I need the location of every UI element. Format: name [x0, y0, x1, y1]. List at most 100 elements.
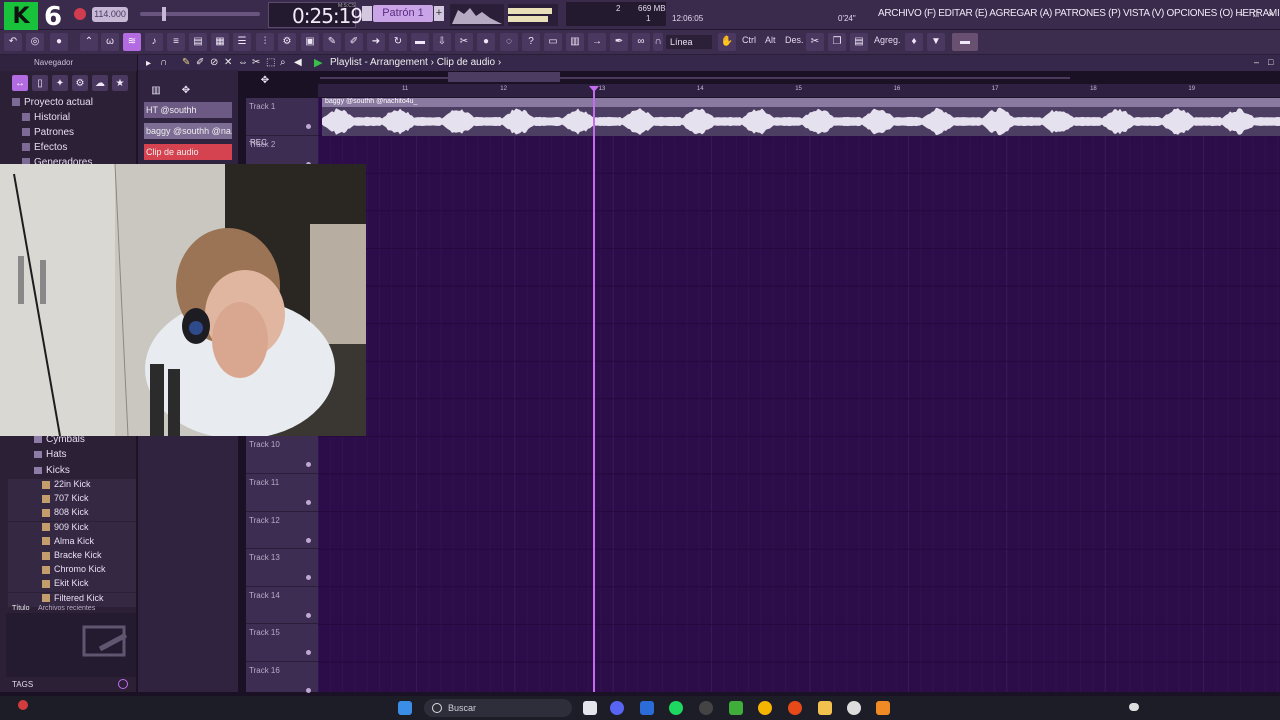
chat-icon[interactable]: ◌	[500, 33, 518, 51]
speaker-icon[interactable]: ◀	[294, 57, 302, 68]
ctrl-button[interactable]: Ctrl	[742, 35, 756, 45]
master-volume-slider[interactable]	[140, 12, 260, 16]
tempo-display[interactable]: 114.000	[92, 7, 128, 22]
picker-item-clip[interactable]: Clip de audio	[144, 144, 232, 160]
slip-icon[interactable]: ⇔	[238, 57, 248, 68]
chrome-icon[interactable]	[758, 701, 772, 715]
picker-list-icon[interactable]: ▥	[148, 82, 164, 96]
file-item[interactable]: 808 Kick	[8, 507, 136, 522]
timeline-ruler[interactable]: 11 12 13 14 15 16 17 18 19	[318, 84, 1280, 98]
browser-plugins-icon[interactable]: ✦	[52, 75, 68, 91]
track-header[interactable]: Track 10	[246, 436, 318, 474]
channel-rack-icon[interactable]: ▤	[189, 33, 207, 51]
snap-mode-select[interactable]: Línea	[666, 35, 712, 49]
file-item[interactable]: 22in Kick	[8, 479, 136, 493]
mixer-icon[interactable]: ≡	[167, 33, 185, 51]
play-icon[interactable]: ▸	[146, 58, 151, 69]
tab-recent-files[interactable]: Archivos recientes	[38, 605, 95, 612]
track-led-icon[interactable]	[306, 650, 311, 656]
audio-clip[interactable]: baggy @southh @nachito4u_	[322, 98, 1280, 136]
cut-icon[interactable]: ✂	[806, 33, 824, 51]
minecraft-icon[interactable]	[729, 701, 743, 715]
browser-gear-icon[interactable]: ⚙	[72, 75, 88, 91]
playhead[interactable]	[593, 86, 595, 692]
track-led-icon[interactable]	[306, 688, 311, 693]
close-icon[interactable]: ×	[1266, 9, 1276, 19]
file-item[interactable]: Chromo Kick	[8, 564, 136, 579]
mute-icon[interactable]: ✕	[224, 57, 232, 68]
minimize-icon[interactable]: –	[1236, 9, 1246, 19]
minimize-icon[interactable]: –	[1254, 57, 1259, 67]
file-item[interactable]: Alma Kick	[8, 535, 136, 550]
folder-cymbals[interactable]: Cymbals	[0, 434, 137, 449]
des-button[interactable]: Des.	[785, 35, 804, 45]
browser-all-icon[interactable]: ↔	[12, 75, 28, 91]
next-icon[interactable]: →	[588, 33, 606, 51]
folder-hats[interactable]: Hats	[0, 449, 137, 464]
file-item[interactable]: Bracke Kick	[8, 550, 136, 564]
piano-roll-icon[interactable]: ▦	[211, 33, 229, 51]
magnet-icon[interactable]: ∩	[653, 33, 663, 51]
record-icon[interactable]	[74, 8, 86, 20]
hand-icon[interactable]: ✋	[718, 33, 736, 51]
folder-kicks[interactable]: Kicks	[0, 465, 137, 480]
paint-icon[interactable]: ✐	[345, 33, 363, 51]
folder-icon[interactable]	[818, 701, 832, 715]
snap-icon[interactable]: ⌃	[80, 33, 98, 51]
picker-item-audio[interactable]: baggy @southh @na...	[144, 123, 232, 139]
microphone-icon[interactable]: ●	[477, 33, 495, 51]
track-led-icon[interactable]	[306, 500, 311, 505]
track-led-icon[interactable]	[306, 537, 311, 543]
browser-item-effects[interactable]: Efectos	[0, 142, 137, 157]
browser-cloud-icon[interactable]: ☁	[92, 75, 108, 91]
track-header[interactable]: Track 1 REC	[246, 98, 318, 147]
help-icon[interactable]: ?	[522, 33, 540, 51]
taskbar-search[interactable]: Buscar	[424, 699, 572, 717]
metronome-icon[interactable]: ●	[50, 33, 68, 51]
discord-icon[interactable]	[610, 701, 624, 715]
cart-icon[interactable]: ▼	[927, 33, 945, 51]
wait-icon[interactable]: ω	[101, 33, 119, 51]
keyboard-icon[interactable]: ▥	[566, 33, 584, 51]
chrome-alt-icon[interactable]	[788, 701, 802, 715]
track-led-icon[interactable]	[306, 575, 311, 581]
picker-nav-icon[interactable]: ✥	[256, 72, 274, 86]
track-header[interactable]: Track 16	[246, 662, 318, 700]
fl-studio-icon[interactable]	[876, 701, 890, 715]
play-icon[interactable]: ▶	[314, 56, 322, 69]
pattern-selector[interactable]: Patrón 1	[373, 5, 433, 22]
file-item[interactable]: 909 Kick	[8, 521, 136, 536]
save-icon[interactable]: ▬	[411, 33, 429, 51]
paste-icon[interactable]: ▤	[850, 33, 868, 51]
brush-icon[interactable]: ✎	[323, 33, 341, 51]
windows-start-icon[interactable]	[398, 701, 412, 715]
playlist-icon[interactable]: ☰	[233, 33, 251, 51]
track-header[interactable]: Track 14	[246, 587, 318, 625]
track-header[interactable]: Track 15	[246, 624, 318, 662]
cloud-icon[interactable]	[1129, 703, 1139, 711]
track-led-icon[interactable]	[306, 612, 311, 618]
arrangement-area[interactable]: baggy @southh @nachito4u_	[318, 98, 1280, 692]
track-led-icon[interactable]	[306, 462, 311, 468]
pattern-prev-icon[interactable]	[362, 6, 372, 21]
mic-icon[interactable]: ♦	[905, 33, 923, 51]
file-item[interactable]: 707 Kick	[8, 493, 136, 508]
spotify-icon[interactable]	[669, 701, 683, 715]
plugin-icon[interactable]: ⚙	[278, 33, 296, 51]
task-view-icon[interactable]	[583, 701, 597, 715]
slice-icon[interactable]: ✂	[252, 57, 260, 68]
browser-files-icon[interactable]: ▯	[32, 75, 48, 91]
render-icon[interactable]: ⇩	[433, 33, 451, 51]
browser-item-patterns[interactable]: Patrones	[0, 127, 137, 142]
maximize-icon[interactable]: □	[1251, 9, 1261, 19]
magnet-icon[interactable]: ∩	[160, 57, 167, 68]
browser-item-current-project[interactable]: Proyecto actual	[0, 97, 137, 112]
track-header[interactable]: Track 12	[246, 512, 318, 550]
pencil-icon[interactable]: ✎	[182, 57, 190, 68]
delete-icon[interactable]: ⊘	[210, 57, 218, 68]
browser-star-icon[interactable]: ★	[112, 75, 128, 91]
track-led-icon[interactable]	[306, 124, 311, 129]
main-menu[interactable]: ARCHIVO (F) EDITAR (E) AGREGAR (A) PATRO…	[878, 8, 1280, 19]
browser-item-history[interactable]: Historial	[0, 112, 137, 127]
picker-move-icon[interactable]: ✥	[178, 82, 194, 96]
